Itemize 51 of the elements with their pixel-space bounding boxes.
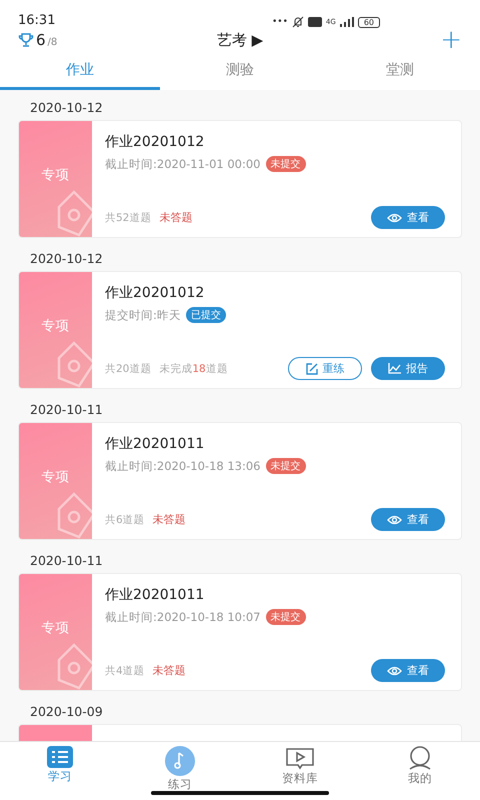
status-tag: 已提交: [186, 307, 226, 323]
status-tag: 未提交: [266, 156, 306, 172]
progress-text: 未答题: [159, 210, 192, 225]
assignment-title: 作业20201011: [105, 435, 206, 453]
category-label: 专项: [42, 468, 70, 486]
question-count: 共6道题: [105, 512, 145, 526]
view-button[interactable]: 查看: [371, 508, 445, 531]
tab[interactable]: 测验: [160, 52, 320, 90]
progress-text: 未答题: [152, 512, 186, 527]
date-label: 2020-10-12: [29, 250, 104, 268]
assignment-card[interactable]: 专项 作业20201012 截止时间:2020-11-01 00:00 未提交 共52道题 未答题 查看: [18, 120, 462, 238]
category-label: 专项: [42, 166, 70, 184]
time-text: 截止时间:2020-10-18 13:06: [105, 458, 261, 474]
nav-item[interactable]: 练习: [120, 742, 240, 800]
date-label: 2020-10-09: [29, 703, 104, 721]
status-tag: 未提交: [266, 458, 306, 474]
assignment-title: 作业20201012: [105, 284, 206, 302]
more-dots: •••: [272, 17, 288, 27]
time-text: 截止时间:2020-11-01 00:00: [105, 156, 261, 172]
view-button[interactable]: 查看: [371, 659, 445, 682]
progress-text: 未完成18道题: [159, 362, 228, 376]
question-count: 共20道题: [105, 362, 152, 376]
score-total: /8: [48, 37, 58, 48]
view-button[interactable]: 查看: [371, 206, 445, 229]
nav-item[interactable]: 学习: [0, 742, 120, 800]
assignment-card[interactable]: 专项 作业20201011 截止时间:2020-10-18 10:07 未提交 共4道题 未答题 查看: [18, 573, 462, 691]
question-count: 共4道题: [105, 664, 145, 678]
date-label: 2020-10-11: [29, 401, 104, 419]
assignment-title: 作业20201012: [105, 133, 206, 151]
report-button[interactable]: 报告: [371, 357, 445, 380]
category-label: 专项: [42, 317, 70, 335]
subject-selector[interactable]: 艺考 ▶: [168, 30, 312, 50]
date-label: 2020-10-11: [29, 552, 104, 570]
add-button[interactable]: +: [312, 27, 462, 53]
progress-text: 未答题: [152, 663, 186, 678]
assignment-title: 作业20201011: [105, 586, 206, 604]
category-label: 专项: [42, 619, 70, 637]
status-time: 16:31: [18, 13, 56, 28]
nav-item[interactable]: 我的: [360, 742, 480, 800]
assignment-card[interactable]: 专项 作业20201012 提交时间:昨天 已提交 共20道题 未完成18道题 重练 报告: [18, 271, 462, 389]
status-tag: 未提交: [266, 609, 306, 625]
date-label: 2020-10-12: [29, 99, 104, 117]
tab[interactable]: 堂测: [320, 52, 480, 90]
redo-button[interactable]: 重练: [288, 357, 362, 380]
question-count: 共52道题: [105, 210, 152, 224]
assignment-card[interactable]: 专项 作业20201011 截止时间:2020-10-18 13:06 未提交 共6道题 未答题 查看: [18, 422, 462, 540]
nav-item[interactable]: 资料库: [240, 742, 360, 800]
score-value: 6: [36, 31, 46, 49]
tab[interactable]: 作业: [0, 52, 160, 90]
time-text: 提交时间:昨天: [105, 308, 181, 322]
time-text: 截止时间:2020-10-18 10:07: [105, 610, 261, 624]
